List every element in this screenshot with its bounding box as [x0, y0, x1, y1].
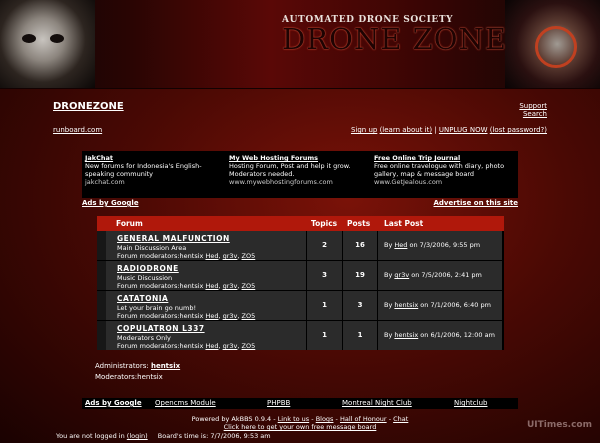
topic-count: 3 [322, 271, 327, 279]
forum-table-header: Forum Topics Posts Last Post [97, 216, 504, 231]
forum-description: Music Discussion [117, 274, 173, 282]
separator: | [434, 126, 437, 134]
bottom-ad-link[interactable]: Opencms Module [155, 399, 216, 407]
skull-artwork [0, 0, 95, 88]
forum-name[interactable]: GENERAL MALFUNCTION [117, 234, 230, 243]
col-last-post: Last Post [384, 219, 424, 228]
free-board-cta: Click here to get your own free message … [223, 423, 377, 431]
watermark: UITimes.com [526, 420, 592, 430]
site-name[interactable]: DRONEZONE [53, 101, 124, 112]
login-link[interactable]: (login) [127, 432, 148, 440]
search-link[interactable]: Search [523, 110, 547, 118]
forum-moderators: Forum moderators:hentsix Hed, gr3v, ZO5 [117, 252, 256, 260]
administrators-line: Administrators: hentsix [95, 362, 181, 370]
table-row: COPULATRON L337 Moderators Only Forum mo… [97, 321, 504, 350]
forum-name[interactable]: RADIODRONE [117, 264, 179, 273]
ad-item[interactable]: My Web Hosting Forums Hosting Forum, Pos… [229, 154, 369, 186]
footer-links: Powered by AkBBS 0.9.4 - Link to us - Bl… [191, 415, 409, 423]
ads-by-google-link[interactable]: Ads by Google [82, 199, 139, 207]
admin-link[interactable]: hentsix [151, 362, 180, 370]
forum-name[interactable]: COPULATRON L337 [117, 324, 205, 333]
banner-title: DRONE ZONE [282, 22, 508, 56]
support-link[interactable]: Support [519, 102, 547, 110]
advertise-link[interactable]: Advertise on this site [433, 199, 518, 207]
unplug-link[interactable]: UNPLUG NOW [439, 126, 488, 134]
forum-name[interactable]: CATATONIA [117, 294, 168, 303]
bottom-ad-link[interactable]: PHPBB [267, 399, 290, 407]
login-status: You are not logged in (login) Board's ti… [56, 432, 271, 440]
learn-about-link[interactable]: (learn about it) [380, 126, 433, 134]
sign-up-link[interactable]: Sign up [351, 126, 377, 134]
last-post: By hentsix on 6/1/2006, 12:00 am [384, 331, 495, 339]
post-count: 3 [357, 301, 363, 309]
topic-count: 1 [322, 331, 327, 339]
last-post: By gr3v on 7/5/2006, 2:41 pm [384, 271, 482, 279]
col-forum: Forum [116, 219, 143, 228]
lost-password-link[interactable]: (lost password?) [490, 126, 547, 134]
topic-count: 2 [322, 241, 327, 249]
ads-panel: JakChat New forums for Indonesia's Engli… [82, 151, 518, 198]
machine-artwork [505, 0, 600, 88]
account-links: Sign up (learn about it) | UNPLUG NOW (l… [351, 126, 547, 134]
ad-item[interactable]: Free Online Trip Journal Free online tra… [374, 154, 514, 186]
bottom-ad-link[interactable]: Nightclub [454, 399, 487, 407]
banner: AUTOMATED DRONE SOCIETY DRONE ZONE [0, 0, 600, 89]
bottom-ads: Ads by Google Opencms Module PHPBB Montr… [82, 398, 518, 409]
moderators-line: Moderators:hentsix [95, 373, 163, 381]
table-row: RADIODRONE Music Discussion Forum modera… [97, 261, 504, 290]
last-post: By hentsix on 7/1/2006, 6:40 pm [384, 301, 491, 309]
bottom-ad-link[interactable]: Montreal Night Club [342, 399, 412, 407]
forum-moderators: Forum moderators:hentsix Hed, gr3v, ZO5 [117, 282, 256, 290]
col-topics: Topics [311, 219, 338, 228]
post-count: 16 [355, 241, 365, 249]
forum-moderators: Forum moderators:hentsix Hed, gr3v, ZO5 [117, 312, 256, 320]
board-time: Board's time is: 7/7/2006, 9:53 am [157, 432, 271, 440]
table-row: GENERAL MALFUNCTION Main Discussion Area… [97, 231, 504, 260]
forum-description: Moderators Only [117, 334, 171, 342]
bottom-ads-by-google[interactable]: Ads by Google [85, 399, 142, 407]
post-count: 19 [355, 271, 365, 279]
table-row: CATATONIA Let your brain go numb! Forum … [97, 291, 504, 320]
forum-table: Forum Topics Posts Last Post GENERAL MAL… [97, 216, 504, 350]
col-posts: Posts [347, 219, 371, 228]
host-link[interactable]: runboard.com [53, 126, 102, 134]
forum-description: Main Discussion Area [117, 244, 187, 252]
ad-item[interactable]: JakChat New forums for Indonesia's Engli… [85, 154, 225, 186]
topic-count: 1 [322, 301, 327, 309]
last-post: By Hed on 7/3/2006, 9:55 pm [384, 241, 481, 249]
forum-description: Let your brain go numb! [117, 304, 197, 312]
post-count: 1 [357, 331, 363, 339]
forum-moderators: Forum moderators:hentsix Hed, gr3v, ZO5 [117, 342, 256, 350]
